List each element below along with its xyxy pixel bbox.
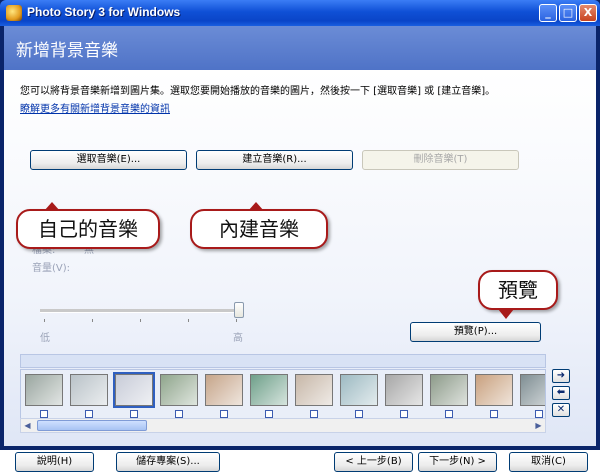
instructions-text: 您可以將背景音樂新增到圖片集。選取您要開始播放的音樂的圖片，然後按一下 [選取音… <box>20 86 496 97</box>
edit-icon[interactable] <box>40 410 48 418</box>
filmstrip-thumbnail[interactable] <box>113 372 155 408</box>
callout-preview: 預覽 <box>478 270 558 310</box>
wizard-body: 您可以將背景音樂新增到圖片集。選取您要開始播放的音樂的圖片，然後按一下 [選取音… <box>4 70 596 472</box>
scrollbar-thumb[interactable] <box>37 420 147 431</box>
edit-icon[interactable] <box>310 410 318 418</box>
edit-icon[interactable] <box>130 410 138 418</box>
filmstrip-thumbnail[interactable] <box>295 374 333 406</box>
filmstrip-thumbnail[interactable] <box>520 374 545 406</box>
learn-more-link[interactable]: 瞭解更多有關新增背景音樂的資訊 <box>20 100 170 115</box>
callout-builtin-music: 內建音樂 <box>190 209 328 249</box>
filmstrip-thumbnail[interactable] <box>25 374 63 406</box>
scroll-right-icon[interactable]: ▶ <box>532 419 545 432</box>
create-music-button[interactable]: 建立音樂(R)... <box>196 150 353 170</box>
remove-button[interactable]: ✕ <box>552 403 570 417</box>
window-title: Photo Story 3 for Windows <box>27 5 181 19</box>
back-button[interactable]: < 上一步(B) <box>334 452 413 472</box>
slider-tick <box>140 319 141 322</box>
header-banner: 新增背景音樂 <box>4 26 596 70</box>
close-button[interactable]: X <box>579 4 597 22</box>
volume-slider-track[interactable] <box>40 309 240 313</box>
maximize-button[interactable]: □ <box>559 4 577 22</box>
slider-tick <box>92 319 93 322</box>
edit-icon[interactable] <box>445 410 453 418</box>
volume-low-label: 低 <box>40 333 50 344</box>
edit-icon[interactable] <box>220 410 228 418</box>
move-left-button[interactable]: ⬅ <box>552 386 570 400</box>
preview-button[interactable]: 預覽(P)... <box>410 322 541 342</box>
callout-own-music: 自己的音樂 <box>16 209 160 249</box>
cancel-button[interactable]: 取消(C) <box>509 452 588 472</box>
volume-high-label: 高 <box>233 333 243 344</box>
edit-icon[interactable] <box>265 410 273 418</box>
filmstrip-thumbnail[interactable] <box>70 374 108 406</box>
next-button[interactable]: 下一步(N) > <box>418 452 497 472</box>
title-bar[interactable]: Photo Story 3 for Windows _ □ X <box>0 0 600 26</box>
callout-pointer <box>498 309 514 319</box>
callout-pointer <box>44 202 60 211</box>
volume-label: 音量(V): <box>32 263 71 274</box>
volume-slider-thumb[interactable] <box>234 302 244 318</box>
filmstrip-header <box>20 354 546 368</box>
filmstrip[interactable] <box>20 369 546 425</box>
edit-icon[interactable] <box>490 410 498 418</box>
filmstrip-thumbnail[interactable] <box>340 374 378 406</box>
filmstrip-thumbnail[interactable] <box>250 374 288 406</box>
filmstrip-scrollbar[interactable]: ◀ ▶ <box>20 418 546 433</box>
help-button[interactable]: 說明(H) <box>15 452 94 472</box>
minimize-button[interactable]: _ <box>539 4 557 22</box>
move-right-button[interactable]: ➜ <box>552 369 570 383</box>
filmstrip-thumbnail[interactable] <box>475 374 513 406</box>
edit-icon[interactable] <box>175 410 183 418</box>
filmstrip-thumbnail[interactable] <box>160 374 198 406</box>
filmstrip-thumbnail[interactable] <box>205 374 243 406</box>
callout-pointer <box>248 202 264 211</box>
wizard-client: 新增背景音樂 您可以將背景音樂新增到圖片集。選取您要開始播放的音樂的圖片，然後按… <box>4 26 596 472</box>
edit-icon[interactable] <box>85 410 93 418</box>
photo-story-icon <box>6 5 22 21</box>
slider-tick <box>236 319 237 322</box>
slider-tick <box>188 319 189 322</box>
delete-music-button: 刪除音樂(T) <box>362 150 519 170</box>
select-music-button[interactable]: 選取音樂(E)... <box>30 150 187 170</box>
filmstrip-thumbnail[interactable] <box>385 374 423 406</box>
slider-tick <box>44 319 45 322</box>
window: Photo Story 3 for Windows _ □ X 新增背景音樂 您… <box>0 0 600 472</box>
save-project-button[interactable]: 儲存專案(S)... <box>116 452 220 472</box>
filmstrip-thumbnail[interactable] <box>430 374 468 406</box>
edit-icon[interactable] <box>535 410 543 418</box>
page-title: 新增背景音樂 <box>16 41 118 61</box>
edit-icon[interactable] <box>355 410 363 418</box>
edit-icon[interactable] <box>400 410 408 418</box>
scroll-left-icon[interactable]: ◀ <box>21 419 34 432</box>
